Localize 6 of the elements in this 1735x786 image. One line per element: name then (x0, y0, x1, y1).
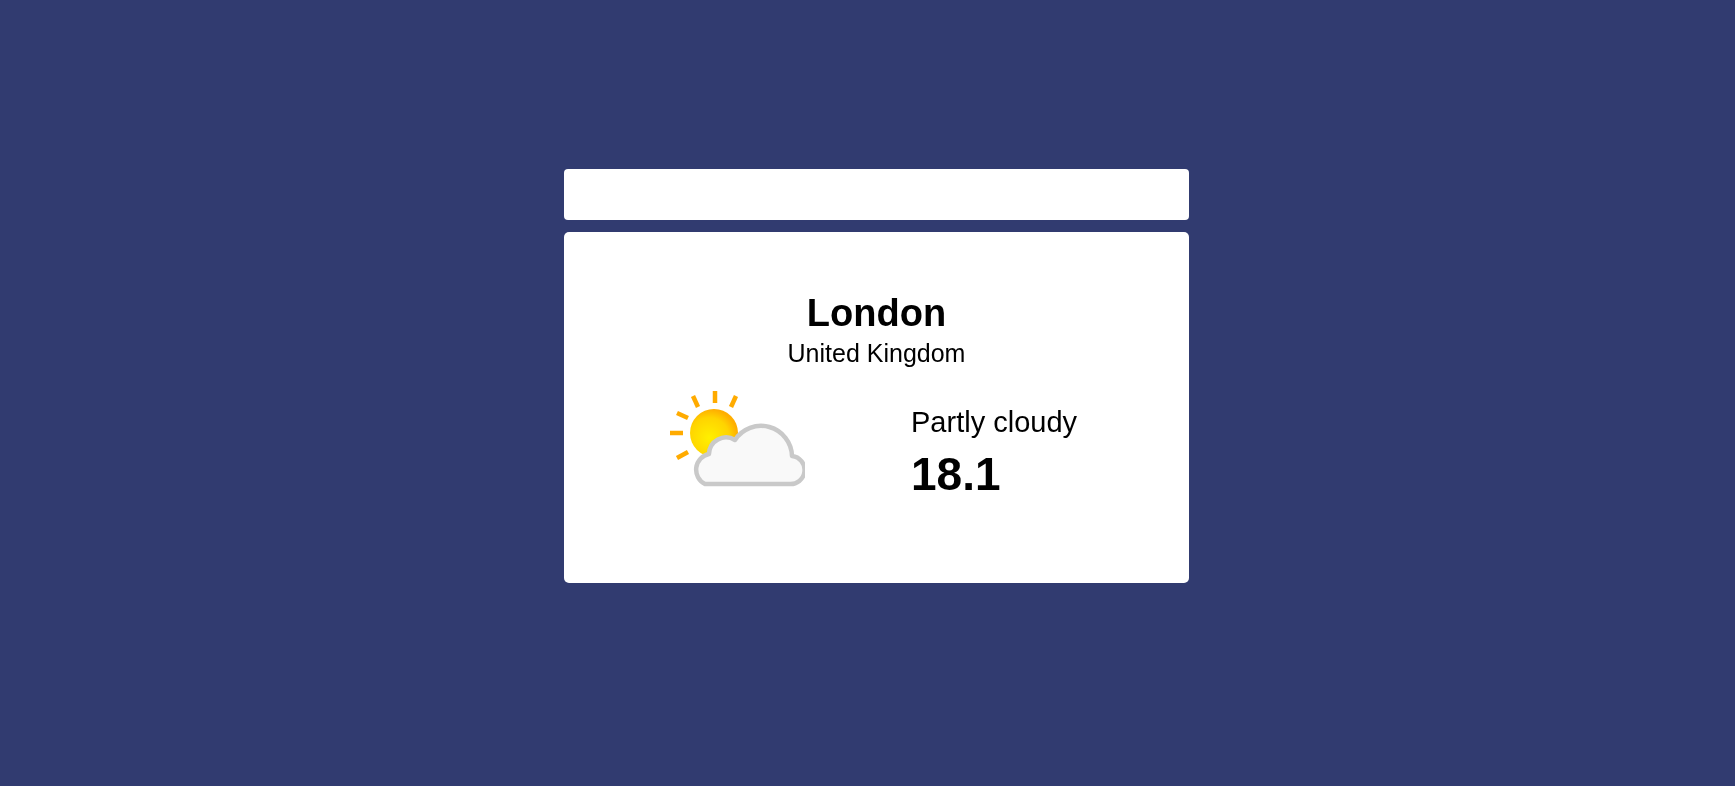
weather-condition: Partly cloudy (911, 405, 1078, 440)
temperature-value: 18.1 (911, 447, 1002, 502)
city-name: London (806, 291, 947, 336)
input-field[interactable] (564, 169, 1189, 220)
sun-behind-cloud-icon (669, 390, 805, 488)
country-name: United Kingdom (787, 338, 966, 368)
